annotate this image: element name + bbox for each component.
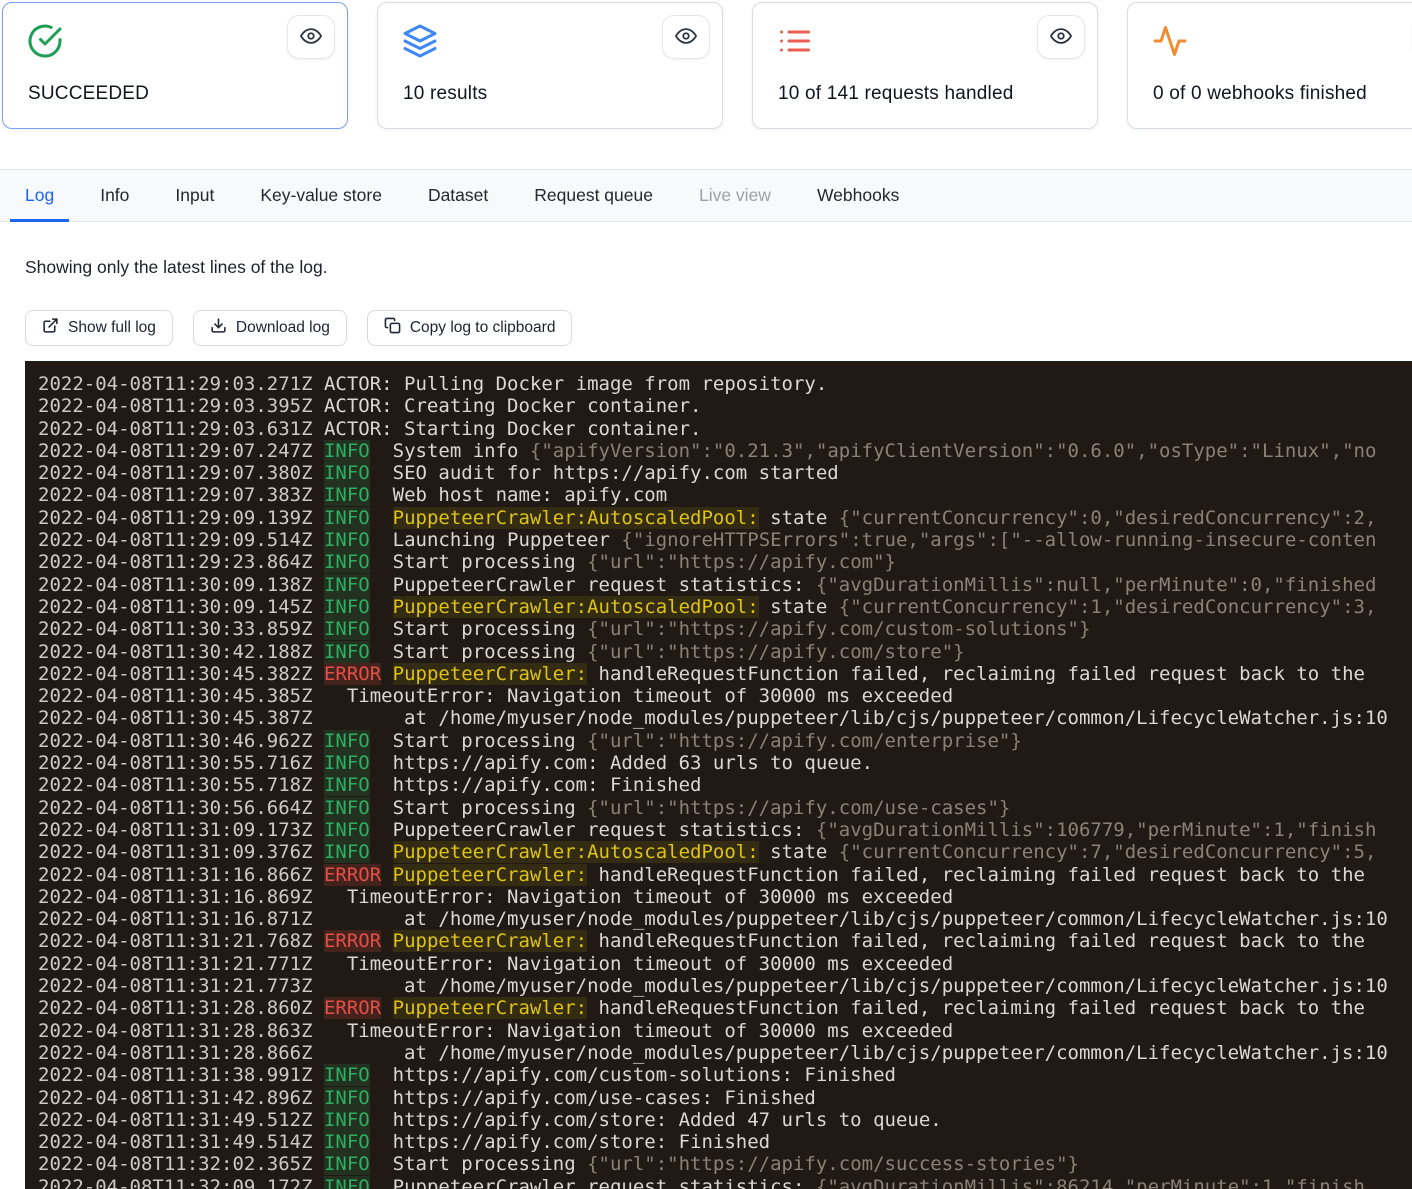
- card-results[interactable]: 10 results: [377, 2, 723, 129]
- list-icon: [777, 23, 813, 59]
- log-line: 2022-04-08T11:31:49.512Z INFO https://ap…: [38, 1109, 1412, 1131]
- log-line: 2022-04-08T11:29:07.383Z INFO Web host n…: [38, 484, 1412, 506]
- log-line: 2022-04-08T11:30:55.716Z INFO https://ap…: [38, 752, 1412, 774]
- tab-request-queue[interactable]: Request queue: [519, 170, 668, 221]
- log-line: 2022-04-08T11:30:33.859Z INFO Start proc…: [38, 618, 1412, 640]
- log-line: 2022-04-08T11:31:28.866Z at /home/myuser…: [38, 1042, 1412, 1064]
- log-line: 2022-04-08T11:29:03.271Z ACTOR: Pulling …: [38, 373, 1412, 395]
- log-line: 2022-04-08T11:30:45.387Z at /home/myuser…: [38, 707, 1412, 729]
- log-terminal[interactable]: 2022-04-08T11:29:03.271Z ACTOR: Pulling …: [25, 361, 1412, 1189]
- log-line: 2022-04-08T11:31:21.768Z ERROR Puppeteer…: [38, 930, 1412, 952]
- view-status-button[interactable]: [287, 15, 335, 59]
- run-status-label: SUCCEEDED: [28, 83, 149, 105]
- log-line: 2022-04-08T11:30:45.385Z TimeoutError: N…: [38, 685, 1412, 707]
- log-line: 2022-04-08T11:31:09.173Z INFO PuppeteerC…: [38, 819, 1412, 841]
- tab-webhooks[interactable]: Webhooks: [802, 170, 914, 221]
- webhooks-count-label: 0 of 0 webhooks finished: [1153, 83, 1367, 105]
- run-detail-tabbar: Log Info Input Key-value store Dataset R…: [0, 169, 1412, 222]
- check-circle-icon: [27, 23, 63, 59]
- log-line: 2022-04-08T11:30:09.138Z INFO PuppeteerC…: [38, 574, 1412, 596]
- log-line: 2022-04-08T11:31:09.376Z INFO PuppeteerC…: [38, 841, 1412, 863]
- log-line: 2022-04-08T11:29:07.247Z INFO System inf…: [38, 440, 1412, 462]
- log-line: 2022-04-08T11:29:03.631Z ACTOR: Starting…: [38, 418, 1412, 440]
- card-run-status[interactable]: SUCCEEDED: [2, 2, 348, 129]
- log-line: 2022-04-08T11:31:28.863Z TimeoutError: N…: [38, 1020, 1412, 1042]
- eye-icon: [1050, 25, 1072, 50]
- tab-key-value-store[interactable]: Key-value store: [245, 170, 397, 221]
- log-line: 2022-04-08T11:29:07.380Z INFO SEO audit …: [38, 462, 1412, 484]
- log-line: 2022-04-08T11:30:55.718Z INFO https://ap…: [38, 774, 1412, 796]
- download-icon: [210, 317, 227, 339]
- log-line: 2022-04-08T11:31:16.869Z TimeoutError: N…: [38, 886, 1412, 908]
- requests-count-label: 10 of 141 requests handled: [778, 83, 1014, 105]
- log-line: 2022-04-08T11:30:56.664Z INFO Start proc…: [38, 797, 1412, 819]
- download-log-button[interactable]: Download log: [193, 310, 347, 346]
- tab-info[interactable]: Info: [85, 170, 144, 221]
- tab-log[interactable]: Log: [10, 170, 69, 221]
- view-results-button[interactable]: [662, 15, 710, 59]
- copy-log-button[interactable]: Copy log to clipboard: [367, 310, 573, 346]
- tab-input[interactable]: Input: [160, 170, 229, 221]
- log-line: 2022-04-08T11:31:38.991Z INFO https://ap…: [38, 1064, 1412, 1086]
- download-log-label: Download log: [236, 319, 330, 337]
- log-line: 2022-04-08T11:31:21.771Z TimeoutError: N…: [38, 953, 1412, 975]
- log-line: 2022-04-08T11:29:23.864Z INFO Start proc…: [38, 551, 1412, 573]
- layers-icon: [402, 23, 438, 59]
- log-line: 2022-04-08T11:30:46.962Z INFO Start proc…: [38, 730, 1412, 752]
- copy-icon: [384, 317, 401, 339]
- card-requests[interactable]: 10 of 141 requests handled: [752, 2, 1098, 129]
- log-actions-row: Show full log Download log Copy log to c…: [25, 310, 572, 346]
- eye-icon: [300, 25, 322, 50]
- external-link-icon: [42, 317, 59, 339]
- show-full-log-button[interactable]: Show full log: [25, 310, 173, 346]
- log-line: 2022-04-08T11:32:02.365Z INFO Start proc…: [38, 1153, 1412, 1175]
- log-notice-text: Showing only the latest lines of the log…: [25, 257, 328, 278]
- log-line: 2022-04-08T11:31:21.773Z at /home/myuser…: [38, 975, 1412, 997]
- status-cards-row: SUCCEEDED 10 results 10 of 141 requests …: [2, 2, 1412, 129]
- log-line: 2022-04-08T11:31:16.866Z ERROR Puppeteer…: [38, 864, 1412, 886]
- log-line: 2022-04-08T11:29:09.139Z INFO PuppeteerC…: [38, 507, 1412, 529]
- log-line: 2022-04-08T11:31:16.871Z at /home/myuser…: [38, 908, 1412, 930]
- log-line: 2022-04-08T11:31:28.860Z ERROR Puppeteer…: [38, 997, 1412, 1019]
- show-full-log-label: Show full log: [68, 319, 156, 337]
- log-line: 2022-04-08T11:32:09.172Z INFO PuppeteerC…: [38, 1176, 1412, 1189]
- log-line: 2022-04-08T11:30:42.188Z INFO Start proc…: [38, 641, 1412, 663]
- log-line: 2022-04-08T11:31:49.514Z INFO https://ap…: [38, 1131, 1412, 1153]
- tab-live-view: Live view: [684, 170, 786, 221]
- log-line: 2022-04-08T11:30:45.382Z ERROR Puppeteer…: [38, 663, 1412, 685]
- eye-icon: [675, 25, 697, 50]
- log-line: 2022-04-08T11:29:03.395Z ACTOR: Creating…: [38, 395, 1412, 417]
- view-requests-button[interactable]: [1037, 15, 1085, 59]
- log-line: 2022-04-08T11:31:42.896Z INFO https://ap…: [38, 1087, 1412, 1109]
- copy-log-label: Copy log to clipboard: [410, 319, 556, 337]
- card-webhooks[interactable]: 0 of 0 webhooks finished: [1127, 2, 1412, 129]
- tab-dataset[interactable]: Dataset: [413, 170, 503, 221]
- log-line: 2022-04-08T11:30:09.145Z INFO PuppeteerC…: [38, 596, 1412, 618]
- log-line: 2022-04-08T11:29:09.514Z INFO Launching …: [38, 529, 1412, 551]
- results-count-label: 10 results: [403, 83, 487, 105]
- activity-icon: [1152, 23, 1188, 59]
